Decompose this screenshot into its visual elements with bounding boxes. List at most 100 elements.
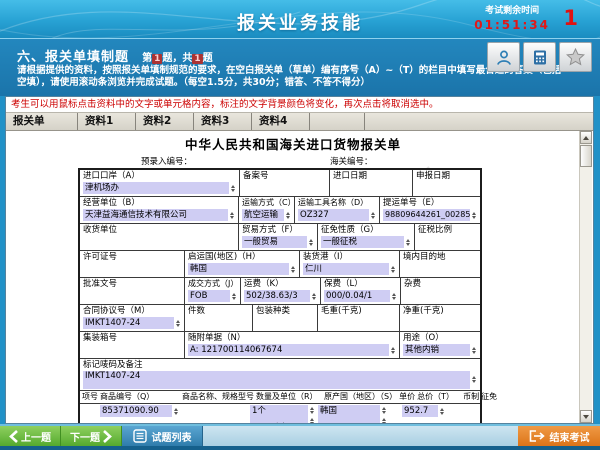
spin-up-icon[interactable] bbox=[310, 407, 314, 410]
spin-up-icon[interactable] bbox=[472, 212, 476, 215]
attached-documents-input[interactable]: A: 121700114067674 bbox=[188, 344, 389, 356]
spin-down-icon[interactable] bbox=[310, 411, 314, 414]
spin-down-icon[interactable] bbox=[406, 243, 410, 246]
contract-no-input[interactable]: IMKT1407-24 bbox=[83, 317, 174, 329]
spinner-control[interactable] bbox=[389, 344, 397, 356]
spin-up-icon[interactable] bbox=[382, 418, 386, 421]
spin-up-icon[interactable] bbox=[286, 212, 290, 215]
scroll-down-button[interactable] bbox=[580, 410, 592, 423]
tab-material-4[interactable]: 资料4 bbox=[252, 113, 310, 130]
spinner-control[interactable] bbox=[390, 290, 398, 302]
tab-material-2[interactable]: 资料2 bbox=[136, 113, 194, 130]
favorite-button[interactable] bbox=[559, 42, 592, 72]
spin-down-icon[interactable] bbox=[382, 422, 386, 424]
spin-down-icon[interactable] bbox=[382, 411, 386, 414]
spin-up-icon[interactable] bbox=[391, 347, 395, 350]
scrollbar-thumb[interactable] bbox=[580, 145, 592, 167]
spinner-control[interactable] bbox=[470, 209, 478, 221]
spin-down-icon[interactable] bbox=[176, 324, 180, 327]
levy-nature-input[interactable]: 一般征税 bbox=[321, 236, 404, 248]
spin-down-icon[interactable] bbox=[472, 380, 476, 383]
spin-down-icon[interactable] bbox=[309, 243, 313, 246]
spinner-control[interactable] bbox=[470, 374, 478, 386]
spin-up-icon[interactable] bbox=[230, 212, 234, 215]
spin-up-icon[interactable] bbox=[371, 212, 375, 215]
spinner-control[interactable] bbox=[229, 182, 237, 194]
spin-down-icon[interactable] bbox=[286, 216, 290, 219]
spin-up-icon[interactable] bbox=[231, 185, 235, 188]
spin-down-icon[interactable] bbox=[231, 189, 235, 192]
next-question-button[interactable]: 下一题 bbox=[61, 426, 122, 446]
vertical-scrollbar[interactable] bbox=[579, 131, 592, 423]
spinner-control[interactable] bbox=[284, 209, 292, 221]
transaction-mode-input[interactable]: FOB bbox=[188, 290, 230, 302]
loading-port-input[interactable]: 仁川 bbox=[303, 263, 389, 275]
spinner-control[interactable] bbox=[380, 417, 388, 423]
spin-down-icon[interactable] bbox=[440, 412, 444, 415]
item-total-input[interactable]: 952.7 bbox=[402, 405, 438, 417]
transport-tool-input[interactable]: OZ327 bbox=[298, 209, 369, 221]
spinner-control[interactable] bbox=[369, 209, 377, 221]
spin-down-icon[interactable] bbox=[174, 412, 178, 415]
spinner-control[interactable] bbox=[289, 263, 297, 275]
item-origin-input[interactable]: 韩国 bbox=[318, 405, 380, 423]
tab-material-1[interactable]: 资料1 bbox=[78, 113, 136, 130]
spin-down-icon[interactable] bbox=[472, 351, 476, 354]
spinner-control[interactable] bbox=[230, 290, 238, 302]
spinner-control[interactable] bbox=[308, 406, 316, 414]
spin-down-icon[interactable] bbox=[291, 270, 295, 273]
question-list-button[interactable]: 试题列表 bbox=[122, 426, 203, 446]
spinner-control[interactable] bbox=[308, 417, 316, 423]
spin-down-icon[interactable] bbox=[312, 297, 316, 300]
spin-down-icon[interactable] bbox=[232, 297, 236, 300]
prev-question-button[interactable]: 上一题 bbox=[0, 426, 61, 446]
spin-up-icon[interactable] bbox=[312, 293, 316, 296]
spin-up-icon[interactable] bbox=[176, 320, 180, 323]
spin-up-icon[interactable] bbox=[391, 266, 395, 269]
insurance-input[interactable]: 000/0.04/1 bbox=[324, 290, 390, 302]
spin-up-icon[interactable] bbox=[232, 293, 236, 296]
spin-up-icon[interactable] bbox=[174, 408, 178, 411]
spin-up-icon[interactable] bbox=[406, 239, 410, 242]
spin-up-icon[interactable] bbox=[392, 293, 396, 296]
spinner-control[interactable] bbox=[380, 406, 388, 414]
spinner-control[interactable] bbox=[174, 317, 182, 329]
spinner-control[interactable] bbox=[438, 405, 446, 417]
spin-down-icon[interactable] bbox=[391, 270, 395, 273]
spinner-control[interactable] bbox=[228, 209, 236, 221]
marks-remarks-input[interactable]: IMKT1407-24 bbox=[83, 371, 470, 389]
spin-up-icon[interactable] bbox=[291, 266, 295, 269]
spin-down-icon[interactable] bbox=[472, 216, 476, 219]
finish-exam-button[interactable]: 结束考试 bbox=[518, 426, 600, 446]
item-qty-input[interactable]: 1个 1.03千克 bbox=[250, 405, 308, 423]
tab-material-3[interactable]: 资料3 bbox=[194, 113, 252, 130]
port-of-entry-input[interactable]: 津机场办 bbox=[83, 182, 229, 194]
examinee-info-button[interactable] bbox=[487, 42, 520, 72]
trade-mode-input[interactable]: 一般贸易 bbox=[242, 236, 307, 248]
spin-down-icon[interactable] bbox=[310, 422, 314, 424]
spin-down-icon[interactable] bbox=[391, 351, 395, 354]
spinner-control[interactable] bbox=[307, 236, 315, 248]
spinner-control[interactable] bbox=[389, 263, 397, 275]
spin-up-icon[interactable] bbox=[382, 407, 386, 410]
spin-up-icon[interactable] bbox=[310, 418, 314, 421]
spinner-control[interactable] bbox=[172, 405, 180, 417]
freight-input[interactable]: 502/38.63/3 bbox=[244, 290, 310, 302]
spin-up-icon[interactable] bbox=[472, 347, 476, 350]
usage-input[interactable]: 其他内销 bbox=[403, 344, 470, 356]
bill-no-input[interactable]: 98809644261_00285953 bbox=[383, 209, 470, 221]
spinner-control[interactable] bbox=[404, 236, 412, 248]
spin-down-icon[interactable] bbox=[392, 297, 396, 300]
item-code-input[interactable]: 85371090.90 bbox=[100, 405, 172, 417]
spinner-control[interactable] bbox=[470, 344, 478, 356]
departure-country-input[interactable]: 韩国 bbox=[188, 263, 289, 275]
transport-mode-input[interactable]: 航空运输 bbox=[242, 209, 284, 221]
operating-unit-input[interactable]: 天津益海通信技术有限公司 bbox=[83, 209, 228, 221]
spin-up-icon[interactable] bbox=[440, 408, 444, 411]
spin-up-icon[interactable] bbox=[309, 239, 313, 242]
spin-down-icon[interactable] bbox=[230, 216, 234, 219]
spin-up-icon[interactable] bbox=[472, 376, 476, 379]
calculator-button[interactable] bbox=[523, 42, 556, 72]
spinner-control[interactable] bbox=[310, 290, 318, 302]
tab-declaration[interactable]: 报关单 bbox=[6, 113, 78, 130]
